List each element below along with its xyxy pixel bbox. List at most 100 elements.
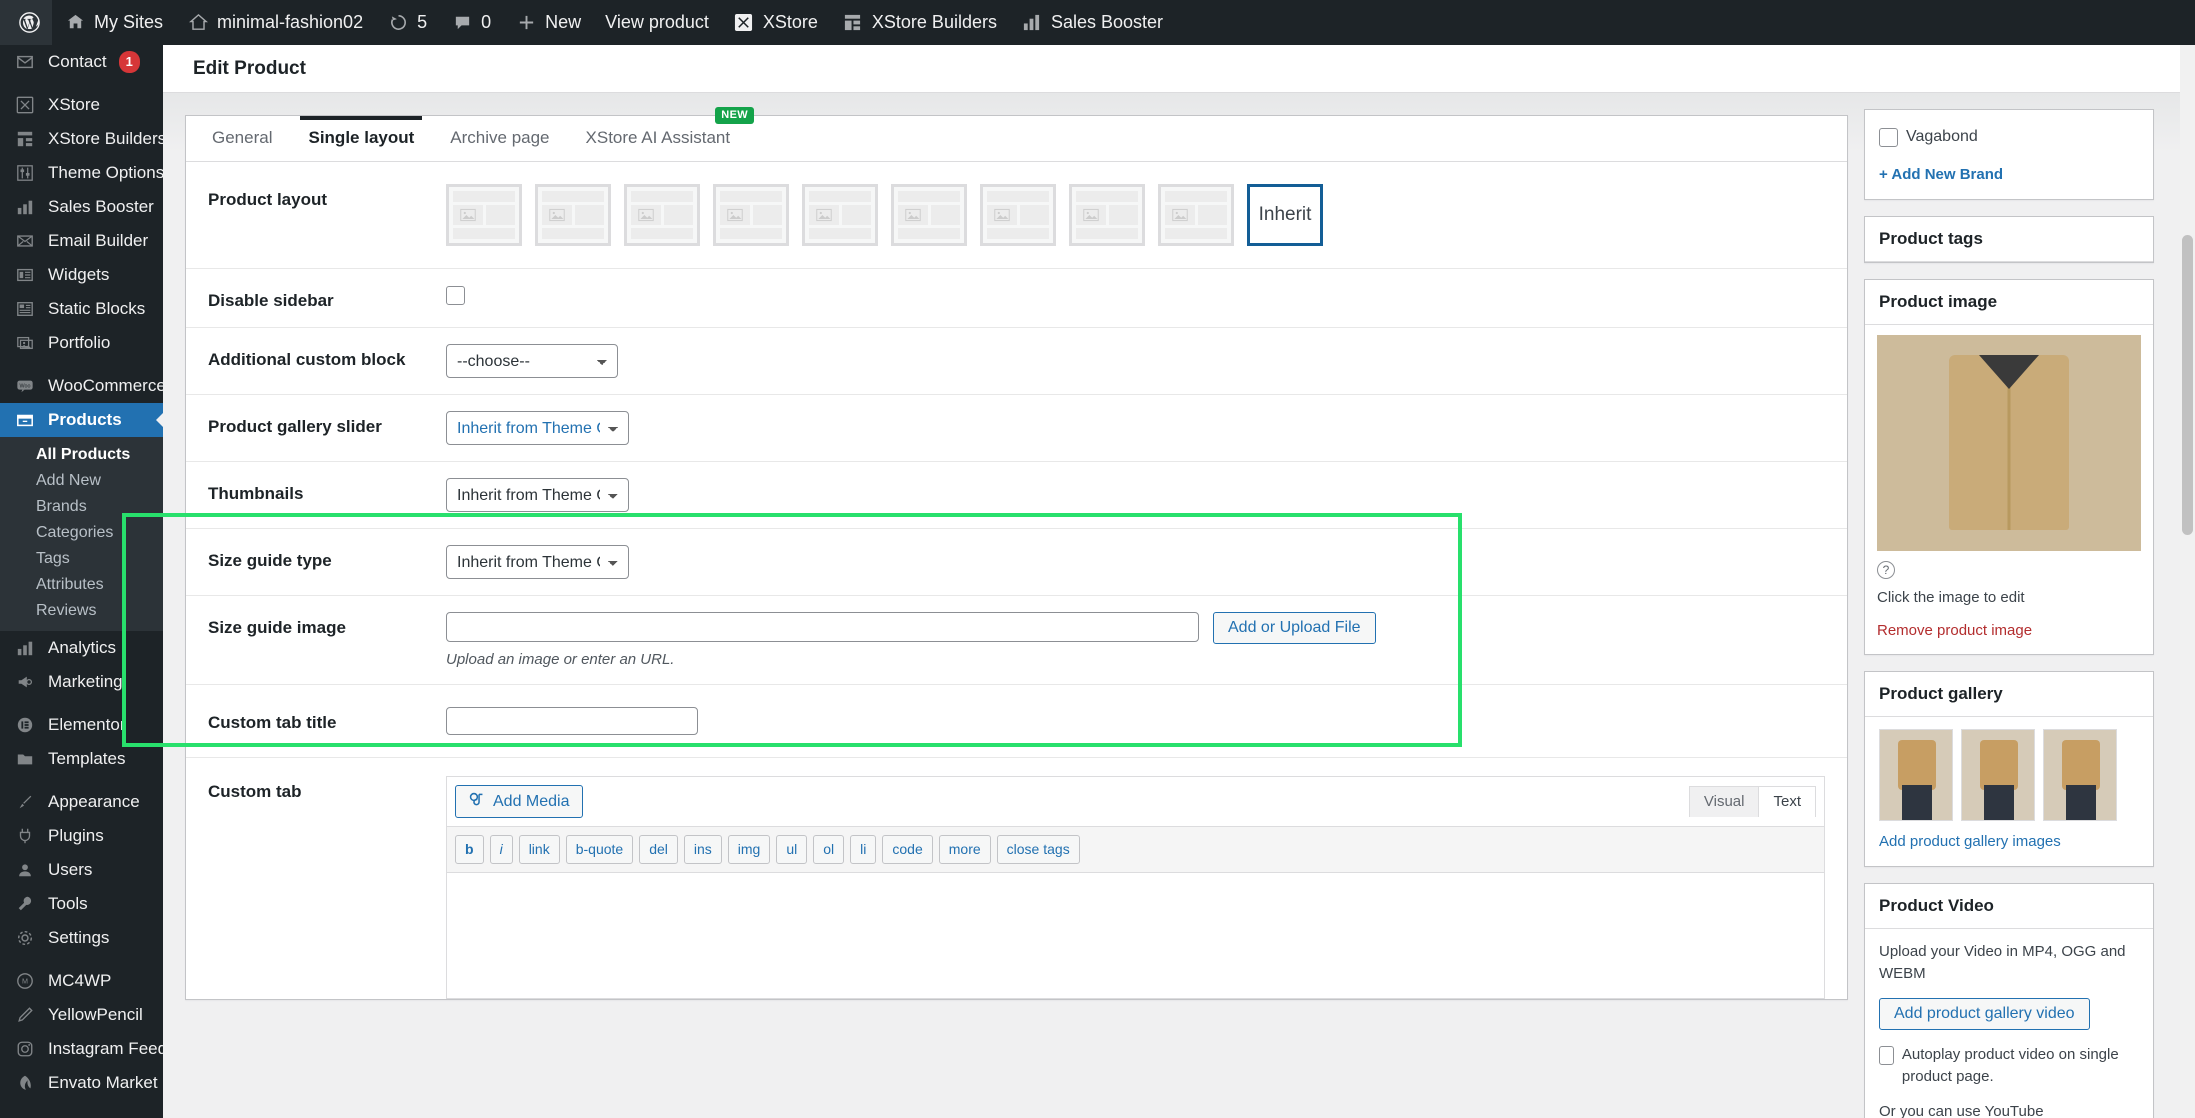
submenu-item-attributes[interactable]: Attributes bbox=[0, 572, 163, 598]
submenu-item-brands[interactable]: Brands bbox=[0, 494, 163, 520]
add-product-gallery-images-link[interactable]: Add product gallery images bbox=[1879, 833, 2061, 850]
quicktag-code-button[interactable]: code bbox=[882, 835, 933, 864]
add-media-button[interactable]: Add Media bbox=[455, 785, 583, 818]
sidebar-item-envato-market[interactable]: Envato Market bbox=[0, 1066, 163, 1100]
adminbar-item-site-name[interactable]: minimal-fashion02 bbox=[175, 0, 375, 45]
gallery-thumb-2[interactable] bbox=[1961, 729, 2035, 821]
sidebar-item-woocommerce[interactable]: Woo WooCommerce bbox=[0, 369, 163, 403]
adminbar-item-my-sites[interactable]: My Sites bbox=[52, 0, 175, 45]
editor-tab-text[interactable]: Text bbox=[1758, 786, 1816, 817]
sidebar-item-label: Elementor bbox=[48, 715, 126, 734]
size-guide-type-select[interactable]: Inherit from Theme Options bbox=[446, 545, 629, 579]
submenu-item-all-products[interactable]: All Products bbox=[0, 442, 163, 468]
adminbar-item-comments[interactable]: 0 bbox=[439, 0, 503, 45]
layout-option-2[interactable] bbox=[535, 184, 611, 246]
layout-option-5[interactable] bbox=[802, 184, 878, 246]
sidebar-item-xstore-builders[interactable]: XStore Builders bbox=[0, 122, 163, 156]
tab-archive-page[interactable]: Archive page bbox=[432, 116, 567, 161]
quicktag-ins-button[interactable]: ins bbox=[683, 835, 722, 864]
menu-separator bbox=[0, 955, 163, 964]
quicktag-italic-button[interactable]: i bbox=[489, 835, 513, 864]
adminbar-item-new[interactable]: New bbox=[503, 0, 593, 45]
gallery-thumb-1[interactable] bbox=[1879, 729, 1953, 821]
sidebar-item-theme-options[interactable]: Theme Options bbox=[0, 156, 163, 190]
adminbar-item-updates[interactable]: 5 bbox=[375, 0, 439, 45]
sidebar-item-tools[interactable]: Tools bbox=[0, 887, 163, 921]
thumbnails-select[interactable]: Inherit from Theme Options bbox=[446, 478, 629, 512]
layout-option-8[interactable] bbox=[1069, 184, 1145, 246]
page-scrollbar[interactable] bbox=[2180, 45, 2195, 1118]
brand-checkbox-row-vagabond[interactable]: Vagabond bbox=[1879, 122, 2139, 152]
add-new-brand-link[interactable]: + Add New Brand bbox=[1879, 166, 2003, 183]
sidebar-item-sales-booster[interactable]: Sales Booster bbox=[0, 190, 163, 224]
layout-option-7[interactable] bbox=[980, 184, 1056, 246]
quicktag-close-tags-button[interactable]: close tags bbox=[996, 835, 1080, 864]
adminbar-label: Sales Booster bbox=[1050, 12, 1164, 32]
sidebar-item-settings[interactable]: Settings bbox=[0, 921, 163, 955]
submenu-item-tags[interactable]: Tags bbox=[0, 546, 163, 572]
additional-custom-block-select[interactable]: --choose-- bbox=[446, 344, 618, 378]
product-image-panel: Product image ? Click the image to edit … bbox=[1864, 278, 2154, 655]
quicktag-del-button[interactable]: del bbox=[639, 835, 678, 864]
submenu-item-add-new[interactable]: Add New bbox=[0, 468, 163, 494]
quicktag-li-button[interactable]: li bbox=[850, 835, 877, 864]
layout-option-9[interactable] bbox=[1158, 184, 1234, 246]
sidebar-item-elementor[interactable]: Elementor bbox=[0, 708, 163, 742]
sidebar-item-static-blocks[interactable]: Static Blocks bbox=[0, 292, 163, 326]
layout-option-4[interactable] bbox=[713, 184, 789, 246]
scrollbar-thumb[interactable] bbox=[2182, 235, 2193, 535]
size-guide-image-input[interactable] bbox=[446, 612, 1199, 642]
sidebar-item-templates[interactable]: Templates bbox=[0, 742, 163, 776]
adminbar-item-xstore[interactable]: XStore bbox=[721, 0, 830, 45]
sidebar-item-label: Plugins bbox=[48, 826, 104, 845]
sidebar-item-users[interactable]: Users bbox=[0, 853, 163, 887]
sidebar-item-instagram-feed[interactable]: Instagram Feed bbox=[0, 1032, 163, 1066]
adminbar-item-xstore-builders[interactable]: XStore Builders bbox=[830, 0, 1009, 45]
adminbar-wordpress-logo[interactable] bbox=[0, 0, 52, 45]
add-product-gallery-video-button[interactable]: Add product gallery video bbox=[1879, 997, 2090, 1030]
layout-option-3[interactable] bbox=[624, 184, 700, 246]
layout-option-6[interactable] bbox=[891, 184, 967, 246]
sidebar-item-xstore[interactable]: XStore bbox=[0, 88, 163, 122]
sidebar-item-yellowpencil[interactable]: YellowPencil bbox=[0, 998, 163, 1032]
sidebar-item-products[interactable]: Products bbox=[0, 403, 163, 437]
quicktag-bquote-button[interactable]: b-quote bbox=[565, 835, 634, 864]
tab-single-layout[interactable]: Single layout bbox=[290, 116, 432, 161]
quicktag-img-button[interactable]: img bbox=[727, 835, 771, 864]
sidebar-item-email-builder[interactable]: Email Builder bbox=[0, 224, 163, 258]
adminbar-item-sales-booster[interactable]: Sales Booster bbox=[1009, 0, 1175, 45]
sidebar-item-mc4wp[interactable]: M MC4WP bbox=[0, 964, 163, 998]
tab-general[interactable]: General bbox=[194, 116, 290, 161]
editor-tab-visual[interactable]: Visual bbox=[1688, 786, 1760, 817]
sidebar-item-marketing[interactable]: Marketing bbox=[0, 665, 163, 699]
help-icon[interactable]: ? bbox=[1877, 560, 1895, 579]
remove-product-image-link[interactable]: Remove product image bbox=[1877, 622, 2032, 639]
submenu-item-reviews[interactable]: Reviews bbox=[0, 598, 163, 624]
quicktag-ul-button[interactable]: ul bbox=[776, 835, 808, 864]
quicktag-bold-button[interactable]: b bbox=[455, 835, 484, 864]
tab-xstore-ai-assistant[interactable]: XStore AI Assistant NEW bbox=[568, 107, 755, 161]
layout-option-inherit[interactable]: Inherit bbox=[1247, 184, 1323, 246]
quicktag-link-button[interactable]: link bbox=[518, 835, 560, 864]
custom-tab-textarea[interactable] bbox=[447, 873, 1824, 998]
sidebar-item-contact[interactable]: Contact 1 bbox=[0, 45, 163, 79]
quicktag-more-button[interactable]: more bbox=[938, 835, 991, 864]
sidebar-item-analytics[interactable]: Analytics bbox=[0, 631, 163, 665]
quicktag-ol-button[interactable]: ol bbox=[813, 835, 845, 864]
sidebar-item-appearance[interactable]: Appearance bbox=[0, 785, 163, 819]
product-featured-image[interactable] bbox=[1877, 334, 2141, 551]
gallery-thumb-3[interactable] bbox=[2043, 729, 2117, 821]
submenu-item-categories[interactable]: Categories bbox=[0, 520, 163, 546]
sidebar-item-plugins[interactable]: Plugins bbox=[0, 819, 163, 853]
product-gallery-slider-select[interactable]: Inherit from Theme Options bbox=[446, 411, 629, 445]
brand-checkbox-vagabond[interactable] bbox=[1879, 127, 1898, 147]
autoplay-video-row[interactable]: Autoplay product video on single product… bbox=[1879, 1044, 2139, 1089]
disable-sidebar-checkbox[interactable] bbox=[446, 286, 465, 306]
adminbar-item-view-product[interactable]: View product bbox=[593, 0, 721, 45]
autoplay-video-checkbox[interactable] bbox=[1879, 1045, 1894, 1065]
sidebar-item-widgets[interactable]: Widgets bbox=[0, 258, 163, 292]
layout-option-1[interactable] bbox=[446, 184, 522, 246]
custom-tab-title-input[interactable] bbox=[446, 707, 698, 735]
sidebar-item-portfolio[interactable]: Portfolio bbox=[0, 326, 163, 360]
add-or-upload-file-button[interactable]: Add or Upload File bbox=[1213, 612, 1376, 644]
